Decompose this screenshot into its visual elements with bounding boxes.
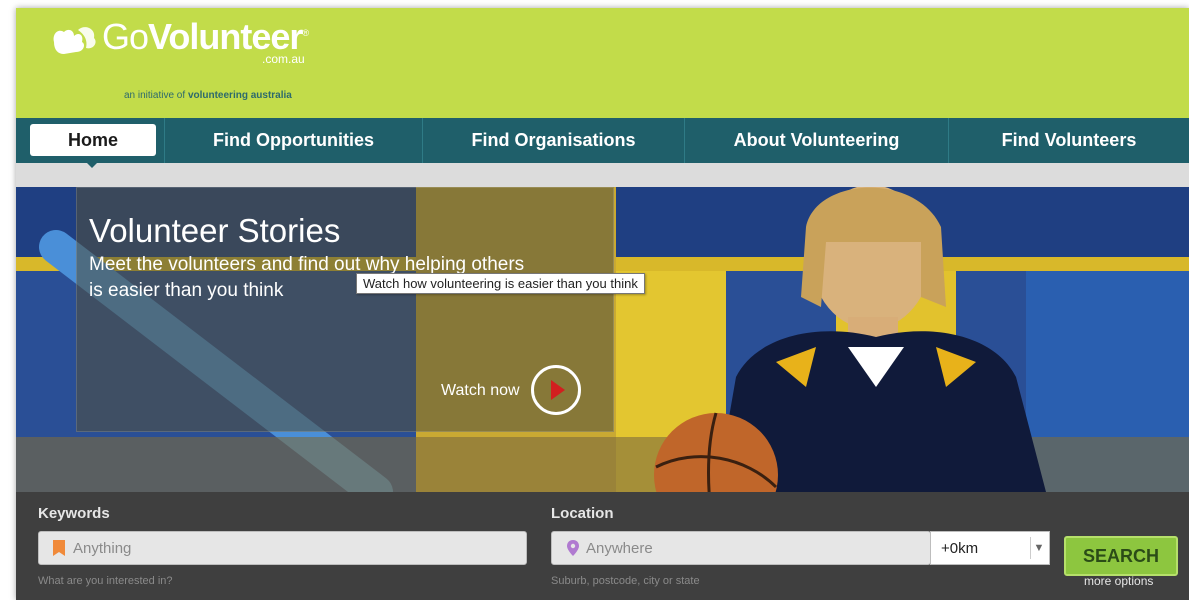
radius-select[interactable]: +0km ▼ — [930, 531, 1050, 565]
logo-volunteer: Volunteer — [148, 16, 303, 57]
nav-find-volunteers[interactable]: Find Volunteers — [948, 118, 1189, 163]
radius-value: +0km — [941, 539, 979, 557]
watch-now-link[interactable]: Watch now — [441, 382, 520, 400]
keywords-helper: What are you interested in? — [38, 575, 173, 587]
location-input[interactable]: Anywhere — [551, 531, 931, 565]
play-video-button[interactable] — [531, 365, 581, 415]
keywords-placeholder: Anything — [73, 539, 132, 557]
search-button[interactable]: SEARCH — [1064, 536, 1178, 576]
keywords-input[interactable]: Anything — [38, 531, 527, 565]
location-pin-icon — [567, 540, 579, 556]
hands-logo-icon — [53, 27, 96, 54]
location-label: Location — [551, 505, 614, 522]
logo-go: Go — [102, 16, 149, 57]
nav-home[interactable]: Home — [16, 118, 164, 168]
nav-home-label[interactable]: Home — [30, 124, 156, 156]
tagline-org: volunteering australia — [187, 90, 292, 101]
nav-spacer — [16, 163, 1189, 187]
browser-page: GoVolunteer® .com.au an initiative of vo… — [16, 8, 1189, 600]
location-placeholder: Anywhere — [586, 539, 653, 557]
video-tooltip: Watch how volunteering is easier than yo… — [356, 273, 645, 294]
main-nav: Home Find Opportunities Find Organisatio… — [16, 118, 1189, 168]
chevron-down-icon[interactable]: ▼ — [1030, 537, 1047, 559]
nav-find-organisations[interactable]: Find Organisations — [422, 118, 684, 163]
tag-icon — [53, 540, 65, 556]
nav-find-opportunities[interactable]: Find Opportunities — [164, 118, 422, 163]
location-helper: Suburb, postcode, city or state — [551, 575, 700, 587]
story-panel: Volunteer Stories Meet the volunteers an… — [76, 187, 614, 432]
story-title: Volunteer Stories — [89, 212, 341, 249]
tagline-prefix: an initiative of — [124, 90, 186, 101]
play-icon — [551, 380, 565, 400]
more-options-link[interactable]: more options — [1084, 574, 1153, 588]
keywords-label: Keywords — [38, 505, 110, 522]
hero-banner: Volunteer Stories Meet the volunteers an… — [16, 187, 1189, 492]
site-header: GoVolunteer® .com.au an initiative of vo… — [16, 8, 1189, 118]
govolunteer-logo[interactable]: GoVolunteer® .com.au an initiative of vo… — [50, 16, 350, 101]
logo-trademark: ® — [302, 28, 309, 38]
active-nav-pointer — [80, 156, 104, 168]
logo-domain: .com.au — [262, 52, 305, 66]
logo-tagline: an initiative of volunteering australia — [124, 90, 292, 101]
nav-about-volunteering[interactable]: About Volunteering — [684, 118, 948, 163]
